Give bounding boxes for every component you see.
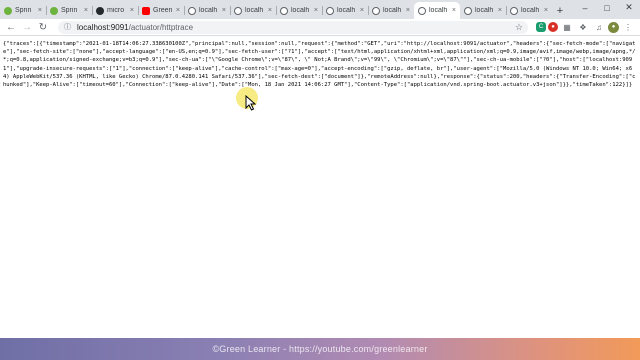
browser-tab[interactable]: localh × bbox=[184, 2, 230, 19]
browser-tab[interactable]: localh × bbox=[230, 2, 276, 19]
globe-icon bbox=[418, 6, 426, 15]
globe-icon bbox=[188, 6, 196, 15]
github-icon bbox=[96, 6, 104, 15]
tab-label: Sprin bbox=[61, 7, 78, 14]
tab-label: localh bbox=[429, 7, 448, 14]
tab-label: localh bbox=[199, 7, 218, 14]
tab-close-icon[interactable]: × bbox=[452, 7, 456, 14]
tab-close-icon[interactable]: × bbox=[544, 7, 548, 14]
info-icon[interactable]: ⓘ bbox=[64, 22, 71, 32]
tab-label: localh bbox=[475, 7, 494, 14]
browser-tab[interactable]: localh × bbox=[460, 2, 506, 19]
address-path: /actuator/httptrace bbox=[128, 22, 194, 32]
tab-label: localh bbox=[383, 7, 402, 14]
tab-label: micro bbox=[107, 7, 125, 14]
tab-close-icon[interactable]: × bbox=[176, 7, 180, 14]
globe-icon bbox=[464, 6, 472, 15]
tab-strip: Sprin × Sprin × micro × Green × localh × localh × lo… bbox=[0, 0, 640, 19]
extensions-puzzle-icon[interactable]: ❖ bbox=[576, 20, 590, 34]
tab-label: localh bbox=[521, 7, 540, 14]
tab-close-icon[interactable]: × bbox=[38, 7, 42, 14]
mouse-pointer-icon bbox=[245, 95, 257, 111]
globe-icon bbox=[326, 6, 334, 15]
menu-kebab-icon[interactable]: ⋮ bbox=[621, 20, 635, 34]
extensions-area: C ● ▦ ❖ ♫ ● ⋮ bbox=[534, 20, 635, 34]
tab-close-icon[interactable]: × bbox=[222, 7, 226, 14]
browser-tab[interactable]: micro × bbox=[92, 2, 138, 19]
tab-close-icon[interactable]: × bbox=[130, 7, 134, 14]
tab-label: localh bbox=[291, 7, 310, 14]
tab-close-icon[interactable]: × bbox=[498, 7, 502, 14]
tab-close-icon[interactable]: × bbox=[406, 7, 410, 14]
reload-icon[interactable]: ↻ bbox=[36, 20, 50, 34]
youtube-icon bbox=[142, 6, 150, 15]
new-tab-button[interactable]: + bbox=[552, 2, 568, 19]
json-response-body: {"traces":[{"timestamp":"2021-01-18T14:0… bbox=[3, 41, 636, 89]
watermark-text: ©Green Learner - https://youtube.com/gre… bbox=[212, 344, 428, 354]
spring-leaf-icon bbox=[50, 6, 58, 15]
browser-tab[interactable]: Green × bbox=[138, 2, 184, 19]
back-icon[interactable]: ← bbox=[4, 20, 18, 34]
globe-icon bbox=[234, 6, 242, 15]
browser-tab[interactable]: localh × bbox=[414, 2, 460, 19]
browser-tab[interactable]: localh × bbox=[276, 2, 322, 19]
globe-icon bbox=[510, 6, 518, 15]
extension-icon-red[interactable]: ● bbox=[548, 22, 558, 32]
minimize-icon[interactable]: – bbox=[574, 0, 596, 15]
browser-tab[interactable]: localh × bbox=[368, 2, 414, 19]
browser-tab[interactable]: localh × bbox=[506, 2, 552, 19]
browser-tab[interactable]: Sprin × bbox=[46, 2, 92, 19]
forward-icon[interactable]: → bbox=[20, 20, 34, 34]
tab-label: Sprin bbox=[15, 7, 32, 14]
tab-label: Green bbox=[153, 7, 173, 14]
address-host: localhost:9091 bbox=[77, 22, 129, 32]
browser-tab[interactable]: Sprin × bbox=[0, 2, 46, 19]
tab-label: localh bbox=[245, 7, 264, 14]
extension-icon-grid[interactable]: ▦ bbox=[560, 20, 574, 34]
tab-close-icon[interactable]: × bbox=[360, 7, 364, 14]
watermark-banner: ©Green Learner - https://youtube.com/gre… bbox=[0, 338, 640, 360]
window-controls: – □ ✕ bbox=[574, 0, 640, 19]
browser-toolbar: ← → ↻ ⓘ localhost:9091/actuator/httptrac… bbox=[0, 19, 640, 36]
tab-close-icon[interactable]: × bbox=[84, 7, 88, 14]
tab-label: localh bbox=[337, 7, 356, 14]
tab-close-icon[interactable]: × bbox=[314, 7, 318, 14]
profile-avatar[interactable]: ● bbox=[608, 21, 619, 33]
spring-leaf-icon bbox=[4, 6, 12, 15]
globe-icon bbox=[280, 6, 288, 15]
globe-icon bbox=[372, 6, 380, 15]
extension-icon-green[interactable]: C bbox=[536, 22, 546, 32]
address-bar[interactable]: ⓘ localhost:9091/actuator/httptrace ☆ bbox=[58, 20, 528, 34]
bookmark-star-icon[interactable]: ☆ bbox=[515, 22, 523, 33]
tab-close-icon[interactable]: × bbox=[268, 7, 272, 14]
browser-tab[interactable]: localh × bbox=[322, 2, 368, 19]
close-window-icon[interactable]: ✕ bbox=[618, 0, 640, 15]
maximize-icon[interactable]: □ bbox=[596, 0, 618, 15]
address-url: localhost:9091/actuator/httptrace bbox=[77, 23, 193, 32]
media-icon[interactable]: ♫ bbox=[592, 20, 606, 34]
